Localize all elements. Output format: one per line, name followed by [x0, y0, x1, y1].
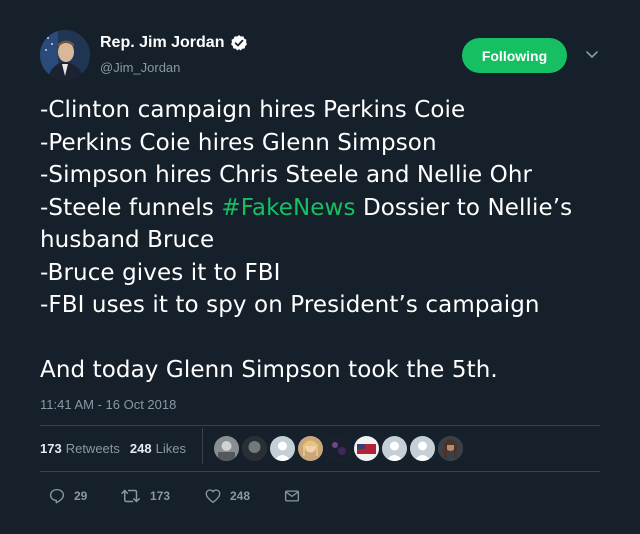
tweet-line: husband Bruce — [40, 227, 215, 253]
tweet-line: -Perkins Coie hires Glenn Simpson — [40, 129, 437, 156]
tweet-timestamp[interactable]: 11:41 AM - 16 Oct 2018 — [40, 397, 176, 412]
direct-message-button[interactable] — [283, 487, 301, 505]
tweet-text: -Clinton campaign hires Perkins Coie -Pe… — [40, 94, 620, 387]
tweet-line: -FBI uses it to spy on President’s campa… — [40, 292, 540, 318]
tweet-line: -Bruce gives it to FBI — [40, 259, 281, 286]
retweet-button[interactable]: 173 — [120, 487, 170, 505]
like-count: 248 — [230, 489, 251, 503]
like-button[interactable]: 248 — [204, 487, 250, 505]
verified-badge-icon — [230, 34, 248, 52]
tweet-card: Rep. Jim Jordan @Jim_Jordan Following -C… — [0, 0, 640, 534]
stats-top-divider — [40, 425, 600, 426]
tweet-line-after: Dossier to Nellie’s — [355, 194, 573, 221]
liker-avatar[interactable] — [326, 436, 351, 461]
avatar-portrait-icon — [40, 30, 90, 80]
hashtag-link[interactable]: #FakeNews — [221, 195, 355, 221]
stats-separator — [202, 428, 203, 464]
stats-bottom-divider — [40, 471, 600, 472]
reply-button[interactable]: 29 — [48, 487, 87, 505]
retweet-icon — [121, 489, 140, 503]
tweet-actions: 29 173 248 — [40, 487, 600, 507]
tweet-line: -Clinton campaign hires Perkins Coie — [40, 97, 466, 123]
chevron-down-icon[interactable] — [584, 48, 600, 62]
retweets-stat[interactable]: 173 Retweets — [40, 441, 120, 456]
default-avatar-icon[interactable] — [410, 436, 435, 461]
tweet-line-before: -Steele funnels — [40, 194, 222, 221]
liker-avatar[interactable] — [354, 436, 379, 461]
author-name-row: Rep. Jim Jordan — [100, 34, 248, 52]
author-display-name[interactable]: Rep. Jim Jordan — [100, 34, 224, 52]
retweets-count: 173 — [40, 441, 62, 456]
default-avatar-icon[interactable] — [270, 436, 295, 461]
tweet-line: -Simpson hires Chris Steele and Nellie O… — [40, 162, 533, 188]
author-avatar[interactable] — [40, 30, 90, 80]
retweets-label: Retweets — [65, 441, 120, 456]
liker-avatar[interactable] — [214, 436, 239, 461]
author-handle[interactable]: @Jim_Jordan — [100, 60, 180, 75]
following-button[interactable]: Following — [462, 38, 567, 73]
tweet-line: And today Glenn Simpson took the 5th. — [40, 357, 498, 383]
likes-count: 248 — [129, 441, 152, 456]
engagement-stats: 173 Retweets 248 Likes — [40, 441, 196, 456]
liker-avatar[interactable] — [298, 436, 323, 461]
liker-avatar[interactable] — [242, 436, 267, 461]
reply-icon — [49, 488, 65, 504]
likes-stat[interactable]: 248 Likes — [130, 441, 186, 456]
liker-avatars — [214, 436, 463, 461]
heart-icon — [205, 489, 221, 504]
liker-avatar[interactable] — [438, 436, 463, 461]
reply-count: 29 — [74, 489, 88, 503]
tweet-line: -Steele funnels #FakeNews Dossier to Nel… — [40, 192, 620, 225]
default-avatar-icon[interactable] — [382, 436, 407, 461]
likes-label: Likes — [155, 441, 186, 456]
envelope-icon — [284, 490, 300, 502]
retweet-count: 173 — [150, 489, 171, 503]
